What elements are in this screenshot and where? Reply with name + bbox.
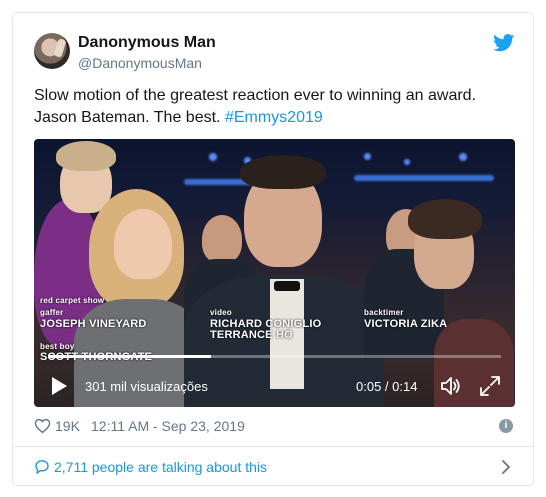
caption-video-name-2: TERRANCE HO — [210, 329, 293, 341]
hair-dark — [240, 155, 326, 189]
caption-backtimer-name: VICTORIA ZIKA — [364, 318, 448, 330]
tweet-meta: 19K 12:11 AM - Sep 23, 2019 i — [34, 415, 515, 439]
stage-light-bar — [354, 175, 494, 181]
tweet-card[interactable]: Danonymous Man @DanonymousMan Slow motio… — [12, 12, 534, 486]
chevron-right-icon — [502, 460, 510, 474]
fullscreen-icon[interactable] — [478, 374, 502, 398]
caption-best-boy: best boy — [40, 342, 75, 351]
caption-gaffer: gaffer — [40, 308, 64, 317]
man-background — [202, 215, 242, 263]
caption-video: video — [210, 308, 232, 317]
speech-bubble-icon — [35, 460, 49, 474]
caption-gaffer-name: JOSEPH VINEYARD — [40, 318, 147, 330]
tweet-text: Slow motion of the greatest reaction eve… — [34, 85, 504, 129]
volume-icon[interactable] — [439, 374, 463, 398]
hair-blonde — [56, 141, 116, 171]
caption-backtimer: backtimer — [364, 308, 404, 317]
like-count[interactable]: 19K — [55, 418, 80, 434]
stage-light — [404, 159, 410, 165]
progress-bar[interactable] — [48, 355, 501, 358]
hashtag-link[interactable]: #Emmys2019 — [225, 109, 323, 126]
video-time: 0:05 / 0:14 — [356, 379, 418, 394]
stage-light — [364, 153, 371, 160]
face — [114, 209, 172, 279]
tweet-header: Danonymous Man @DanonymousMan — [13, 13, 533, 83]
avatar[interactable] — [34, 33, 70, 69]
stage-light — [209, 153, 217, 161]
view-count: 301 mil visualizações — [85, 379, 208, 394]
author-name[interactable]: Danonymous Man — [78, 34, 216, 52]
heart-icon[interactable] — [34, 418, 51, 434]
info-icon[interactable]: i — [499, 419, 513, 433]
caption-red-carpet-show: red carpet show — [40, 296, 105, 305]
stage-light — [459, 153, 467, 161]
tweet-timestamp[interactable]: 12:11 AM - Sep 23, 2019 — [91, 418, 245, 434]
author-handle[interactable]: @DanonymousMan — [78, 55, 202, 71]
video-player[interactable]: red carpet show gaffer JOSEPH VINEYARD b… — [34, 139, 515, 407]
hair-brunette — [408, 199, 482, 239]
twitter-bird-icon[interactable] — [493, 34, 515, 52]
talking-count: 2,711 people are talking about this — [54, 459, 268, 475]
bowtie — [274, 281, 300, 291]
progress-fill — [48, 355, 212, 358]
play-icon[interactable] — [48, 375, 70, 397]
conversation-link[interactable]: 2,711 people are talking about this — [13, 447, 533, 485]
